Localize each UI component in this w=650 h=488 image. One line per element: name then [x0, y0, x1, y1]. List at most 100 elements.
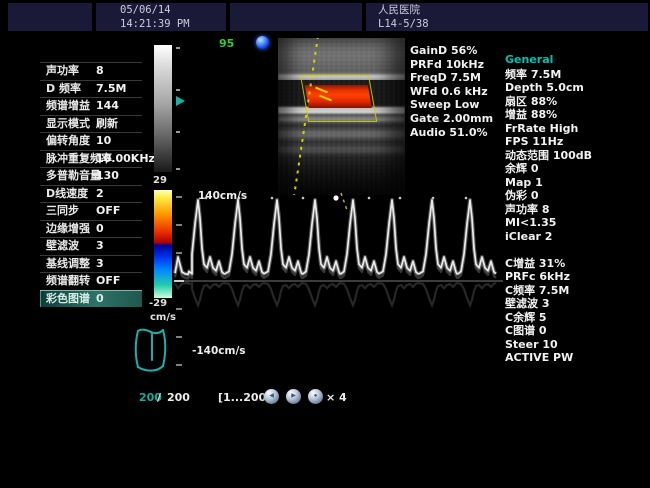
cine-previous-button[interactable]: ◀ [264, 389, 279, 404]
left-param-row[interactable]: 壁滤波 3 [40, 237, 142, 255]
date-text: 05/06/14 [96, 3, 226, 17]
probe-model: L14-5/38 [366, 17, 648, 31]
param-value: 8 [96, 63, 104, 80]
readout-line: Steer 10 [505, 338, 592, 352]
cine-bar: 200 / 200 [1...200] ◀ ▶ ● × 4 [0, 388, 650, 410]
right-readout-panel: General 频率 7.5MDepth 5.0cm扇区 88%增益 88%Fr… [505, 53, 592, 365]
cine-play-button[interactable]: ▶ [286, 389, 301, 404]
overlay-line: Audio 51.0% [410, 126, 493, 140]
panel-gap [505, 243, 592, 257]
bmode-image[interactable] [278, 38, 405, 195]
param-label: 壁滤波 [46, 238, 79, 255]
topbar-hospital-segment: 人民医院 L14-5/38 [366, 3, 648, 31]
general-readouts: 频率 7.5MDepth 5.0cm扇区 88%增益 88%FrRate Hig… [505, 68, 592, 244]
param-label: 频谱增益 [46, 98, 90, 115]
param-value: 10 [96, 133, 111, 150]
param-label: D 频率 [46, 81, 81, 98]
param-value: 144 [96, 98, 119, 115]
param-label: 多普勒音量 [46, 168, 101, 185]
param-label: 显示模式 [46, 116, 90, 133]
gray-tick [176, 47, 180, 49]
left-param-row[interactable]: 频谱翻转 OFF [40, 272, 142, 290]
param-label: 频谱翻转 [46, 273, 90, 290]
doppler-params-overlay: GainD 56%PRFd 10kHzFreqD 7.5MWFd 0.6 kHz… [410, 44, 493, 139]
readout-line: 频率 7.5M [505, 68, 592, 82]
param-label: 边缘增强 [46, 221, 90, 238]
readout-line: 伪彩 0 [505, 189, 592, 203]
readout-line: FPS 11Hz [505, 135, 592, 149]
velocity-scale-max: 140cm/s [198, 190, 247, 202]
left-param-row[interactable]: 显示模式刷新 [40, 115, 142, 133]
readout-line: 动态范围 100dB [505, 149, 592, 163]
cine-total-frames: 200 [167, 391, 190, 404]
left-param-row[interactable]: 三同步 OFF [40, 202, 142, 220]
overlay-line: Gate 2.00mm [410, 112, 493, 126]
param-label: D线速度 [46, 186, 88, 203]
readout-line: C频率 7.5M [505, 284, 592, 298]
param-value: 2 [96, 186, 104, 203]
readout-line: iClear 2 [505, 230, 592, 244]
left-param-row[interactable]: 基线调整 3 [40, 255, 142, 273]
left-param-row[interactable]: 多普勒音量130 [40, 167, 142, 185]
overlay-line: PRFd 10kHz [410, 58, 493, 72]
left-param-row[interactable]: 声功率 8 [40, 62, 142, 80]
readout-line: C增益 31% [505, 257, 592, 271]
param-label: 声功率 [46, 63, 79, 80]
topbar-empty-segment [230, 3, 362, 31]
gray-tick [176, 168, 180, 170]
overlay-line: Sweep Low [410, 98, 493, 112]
cine-separator: / [157, 391, 161, 404]
readout-line: 壁滤波 3 [505, 297, 592, 311]
cine-speed: × 4 [326, 391, 347, 404]
param-label: 彩色图谱 [46, 291, 90, 308]
param-value: 130 [96, 168, 119, 185]
overlay-line: GainD 56% [410, 44, 493, 58]
param-label: 基线调整 [46, 256, 90, 273]
left-param-row[interactable]: 脉冲重复频率10.00KHz [40, 150, 142, 168]
left-param-row[interactable]: D线速度 2 [40, 185, 142, 203]
left-param-row[interactable]: 边缘增强0 [40, 220, 142, 238]
color-pw-readouts: C增益 31%PRFc 6kHzC频率 7.5M壁滤波 3C余辉 5C图谱 0S… [505, 257, 592, 365]
param-label: 偏转角度 [46, 133, 90, 150]
left-parameter-panel: 声功率8D 频率7.5M频谱增益144显示模式刷新偏转角度10脉冲重复频率10.… [40, 62, 142, 307]
cine-stop-button[interactable]: ● [308, 389, 323, 404]
status-indicator-dot [256, 36, 269, 49]
param-value: 刷新 [96, 116, 118, 133]
param-value: 3 [96, 256, 104, 273]
topbar-datetime-segment: 05/06/14 14:21:39 PM [96, 3, 226, 31]
body-marker-icon[interactable] [130, 325, 170, 375]
param-value: 7.5M [96, 81, 126, 98]
ultrasound-screen: 05/06/14 14:21:39 PM 人民医院 L14-5/38 声功率8D… [0, 0, 650, 488]
param-label: 三同步 [46, 203, 79, 220]
focus-marker-icon[interactable] [176, 96, 185, 106]
readout-line: 余辉 0 [505, 162, 592, 176]
readout-line: Depth 5.0cm [505, 81, 592, 95]
left-param-row[interactable]: 频谱增益 144 [40, 97, 142, 115]
grayscale-bar [154, 45, 172, 172]
param-value: 10.00KHz [96, 151, 155, 168]
overlay-line: FreqD 7.5M [410, 71, 493, 85]
param-value: 0 [96, 291, 104, 308]
gray-tick [176, 131, 180, 133]
right-panel-header: General [505, 53, 592, 67]
readout-line: 扇区 88% [505, 95, 592, 109]
readout-line: ACTIVE PW [505, 351, 592, 365]
readout-line: C图谱 0 [505, 324, 592, 338]
color-scale-max: 29 [153, 175, 167, 186]
overlay-line: WFd 0.6 kHz [410, 85, 493, 99]
left-param-row[interactable]: D 频率 7.5M [40, 80, 142, 98]
bmode-gain-indicator: 95 [219, 37, 234, 50]
hospital-name: 人民医院 [366, 3, 648, 17]
time-text: 14:21:39 PM [96, 17, 226, 31]
readout-line: PRFc 6kHz [505, 270, 592, 284]
left-param-row[interactable]: 彩色图谱 0 [40, 290, 142, 308]
velocity-scale-min: -140cm/s [192, 345, 246, 357]
topbar-patient-segment [8, 3, 92, 31]
readout-line: FrRate High [505, 122, 592, 136]
param-value: OFF [96, 273, 120, 290]
color-scale-min: -29 [149, 298, 167, 309]
param-value: OFF [96, 203, 120, 220]
param-value: 3 [96, 238, 104, 255]
left-param-row[interactable]: 偏转角度 10 [40, 132, 142, 150]
readout-line: 增益 88% [505, 108, 592, 122]
